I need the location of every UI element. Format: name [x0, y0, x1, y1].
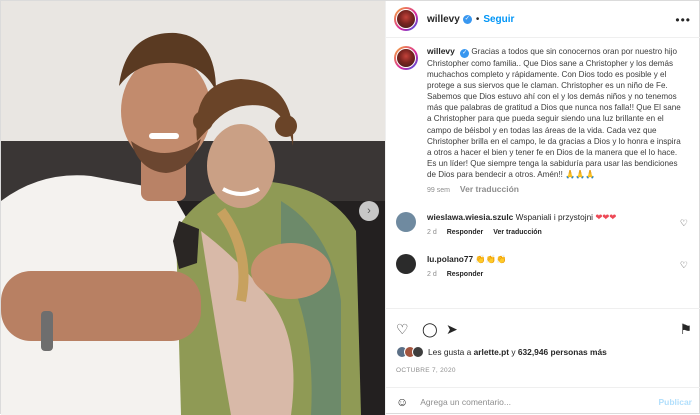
commenter-avatar[interactable]: [396, 212, 416, 233]
comment-text: Wspaniali i przystojni: [515, 212, 594, 223]
post-date[interactable]: OCTUBRE 7, 2020: [396, 367, 456, 374]
commenter-avatar[interactable]: [396, 254, 416, 275]
comment-composer: ☺ Agrega un comentario... Publicar: [386, 387, 700, 415]
comment-body: lu.polano77 👏👏👏 2 d Responder: [427, 254, 677, 280]
post-sidebar: willevy ✓ • Seguir ••• willevy ✓ Gracias…: [385, 1, 700, 415]
caption-body: willevy ✓ Gracias a todos que sin conoce…: [427, 46, 685, 196]
comment-translate-link[interactable]: Ver traducción: [493, 229, 542, 236]
follow-button[interactable]: Seguir: [483, 14, 514, 25]
likes-and: y: [511, 347, 516, 357]
comment-text: 👏👏👏: [475, 254, 507, 265]
author-username[interactable]: willevy: [427, 14, 460, 25]
caption-avatar[interactable]: [394, 46, 418, 70]
comment-meta: 2 d Responder Ver traducción: [427, 227, 677, 238]
comment-age: 2 d: [427, 229, 437, 237]
reply-button[interactable]: Responder: [447, 229, 484, 236]
heart-icon[interactable]: ♡: [396, 321, 409, 338]
comments-list[interactable]: willevy ✓ Gracias a todos que sin conoce…: [386, 38, 700, 308]
comment-age: 2 d: [427, 271, 437, 279]
comment-body: wieslawa.wiesia.szulc Wspaniali i przyst…: [427, 212, 677, 238]
like-comment-heart-icon[interactable]: ♡: [680, 260, 688, 271]
likes-summary: Les gusta a arlette.pt y 632,946 persona…: [396, 346, 607, 358]
comment-item: wieslawa.wiesia.szulc Wspaniali i przyst…: [394, 212, 692, 238]
verified-badge-icon: ✓: [462, 14, 472, 24]
action-bar: ♡ ◯ ➤ ⚑: [386, 308, 700, 348]
caption-translate-link[interactable]: Ver traducción: [460, 184, 519, 194]
caption: willevy ✓ Gracias a todos que sin conoce…: [394, 46, 692, 196]
verified-badge-icon: ✓: [460, 49, 470, 58]
like-comment-heart-icon[interactable]: ♡: [680, 218, 688, 229]
comment-icon[interactable]: ◯: [422, 321, 438, 338]
ellipsis-icon[interactable]: •••: [675, 13, 691, 27]
author-avatar[interactable]: [394, 7, 418, 31]
bookmark-icon[interactable]: ⚑: [679, 321, 692, 338]
post-header: willevy ✓ • Seguir •••: [386, 1, 700, 38]
likes-prefix: Les gusta a: [428, 347, 472, 357]
publish-button[interactable]: Publicar: [658, 397, 692, 407]
caption-meta: 99 sem Ver traducción: [427, 184, 685, 196]
liked-by-user-link[interactable]: arlette.pt: [474, 347, 509, 357]
post-photo[interactable]: ›: [1, 1, 385, 415]
liker-avatar: [412, 346, 424, 358]
likes-count-link[interactable]: 632,946 personas más: [518, 347, 607, 357]
post-photo-image: [1, 1, 385, 415]
comment-meta: 2 d Responder: [427, 269, 677, 280]
comment-username[interactable]: lu.polano77: [427, 254, 473, 264]
comment-item: lu.polano77 👏👏👏 2 d Responder ♡: [394, 254, 692, 280]
separator-dot: •: [475, 13, 480, 25]
next-photo-button[interactable]: ›: [359, 201, 379, 221]
comment-username[interactable]: wieslawa.wiesia.szulc: [427, 212, 513, 222]
likes-text: Les gusta a arlette.pt y 632,946 persona…: [428, 347, 607, 357]
caption-username[interactable]: willevy: [427, 46, 455, 56]
caption-age: 99 sem: [427, 187, 450, 195]
smiley-icon[interactable]: ☺: [396, 395, 408, 409]
instagram-post-modal: › willevy ✓ • Seguir ••• willevy ✓ Graci…: [0, 0, 700, 415]
chevron-right-icon: ›: [367, 205, 371, 217]
comment-hearts: ❤❤❤: [595, 212, 617, 223]
comment-input[interactable]: Agrega un comentario...: [420, 397, 658, 407]
share-icon[interactable]: ➤: [446, 321, 458, 338]
reply-button[interactable]: Responder: [447, 271, 484, 278]
caption-text: Gracias a todos que sin conocernos oran …: [427, 47, 681, 179]
